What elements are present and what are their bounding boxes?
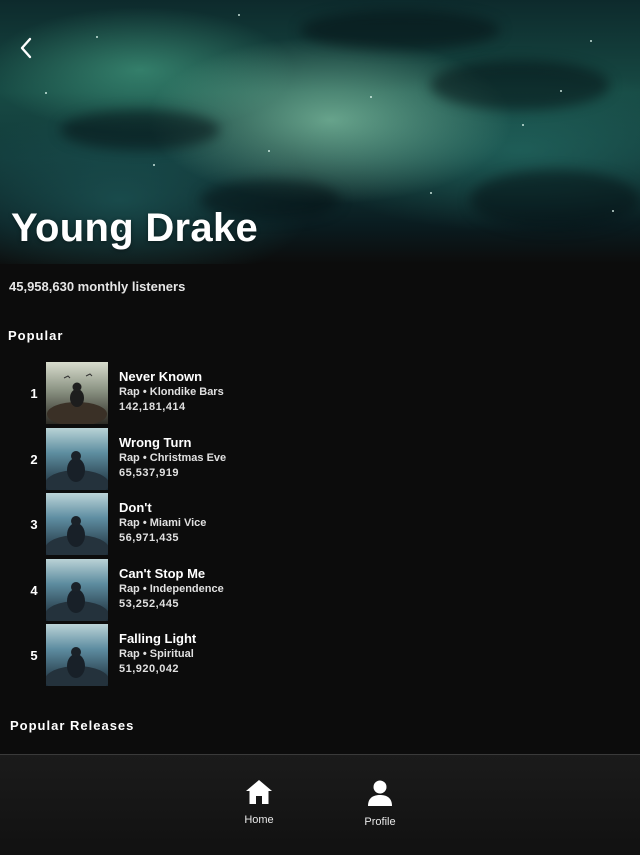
track-row[interactable]: 2 Wrong Turn Rap • Christmas Eve 65,537,… xyxy=(0,428,640,490)
chevron-left-icon xyxy=(20,37,32,59)
track-cover-art xyxy=(46,624,108,686)
track-cover-art xyxy=(46,362,108,424)
track-cover-art xyxy=(46,428,108,490)
track-rank: 3 xyxy=(30,517,38,532)
home-icon xyxy=(246,780,272,804)
track-play-count: 53,252,445 xyxy=(119,598,180,610)
back-button[interactable] xyxy=(12,34,40,62)
track-cover-art xyxy=(46,493,108,555)
section-title-popular: Popular xyxy=(8,328,64,343)
bottom-tab-bar: Home Profile xyxy=(0,754,640,855)
user-icon xyxy=(368,780,392,806)
track-subtitle: Rap • Miami Vice xyxy=(119,517,207,529)
track-rank: 5 xyxy=(30,648,38,663)
track-title: Don't xyxy=(119,500,152,515)
track-rank: 2 xyxy=(30,452,38,467)
section-title-popular-releases: Popular Releases xyxy=(10,718,135,733)
track-subtitle: Rap • Spiritual xyxy=(119,648,194,660)
track-play-count: 65,537,919 xyxy=(119,467,180,479)
track-play-count: 142,181,414 xyxy=(119,401,186,413)
track-rank: 4 xyxy=(30,583,38,598)
track-subtitle: Rap • Independence xyxy=(119,583,224,595)
track-title: Falling Light xyxy=(119,631,197,646)
track-row[interactable]: 5 Falling Light Rap • Spiritual 51,920,0… xyxy=(0,624,640,686)
tab-profile[interactable]: Profile xyxy=(340,779,420,843)
track-title: Wrong Turn xyxy=(119,435,192,450)
tab-profile-label: Profile xyxy=(364,816,396,828)
artist-name: Young Drake xyxy=(11,206,259,250)
track-row[interactable]: 1 Never Known Rap • Klondike Bars 142,18… xyxy=(0,362,640,424)
monthly-listeners: 45,958,630 monthly listeners xyxy=(9,279,186,294)
track-play-count: 51,920,042 xyxy=(119,663,180,675)
track-title: Never Known xyxy=(119,369,203,384)
track-play-count: 56,971,435 xyxy=(119,532,180,544)
track-cover-art xyxy=(46,559,108,621)
track-row[interactable]: 4 Can't Stop Me Rap • Independence 53,25… xyxy=(0,559,640,621)
track-subtitle: Rap • Klondike Bars xyxy=(119,386,224,398)
track-title: Can't Stop Me xyxy=(119,566,206,581)
tab-home[interactable]: Home xyxy=(219,779,299,843)
track-subtitle: Rap • Christmas Eve xyxy=(119,452,227,464)
tab-home-label: Home xyxy=(244,814,274,826)
track-rank: 1 xyxy=(30,386,38,401)
track-row[interactable]: 3 Don't Rap • Miami Vice 56,971,435 xyxy=(0,493,640,555)
